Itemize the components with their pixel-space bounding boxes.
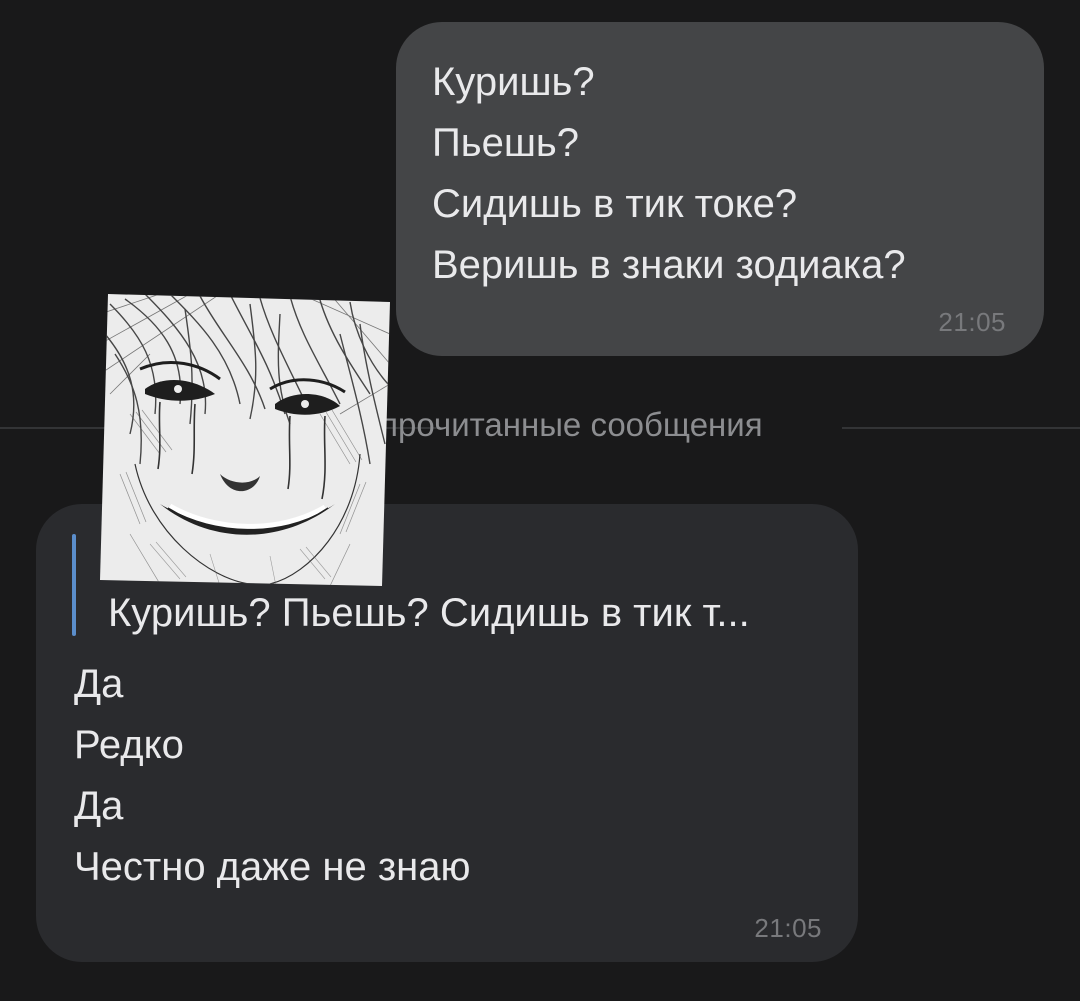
unread-divider-label: Непрочитанные сообщения: [338, 406, 763, 443]
reply-quote-text: Куришь? Пьешь? Сидишь в тик т...: [108, 591, 750, 635]
message-line: Веришь в знаки зодиака?: [432, 243, 906, 287]
reply-quote-bar: [72, 534, 76, 636]
message-line: Честно даже не знаю: [74, 845, 471, 889]
message-timestamp: 21:05: [754, 913, 822, 943]
message-line: Да: [74, 784, 124, 828]
message-line: Куришь?: [432, 60, 595, 104]
incoming-message-text: Да Редко Да Честно даже не знаю: [74, 654, 471, 898]
message-timestamp: 21:05: [938, 307, 1006, 337]
message-line: Редко: [74, 723, 184, 767]
message-line: Пьешь?: [432, 121, 580, 165]
sticker-image: [100, 294, 390, 586]
anime-crying-face-sticker[interactable]: [100, 294, 390, 586]
message-line: Да: [74, 662, 124, 706]
message-line: Сидишь в тик токе?: [432, 182, 798, 226]
outgoing-message-text: Куришь? Пьешь? Сидишь в тик токе? Веришь…: [432, 52, 1044, 296]
outgoing-message-bubble[interactable]: Куришь? Пьешь? Сидишь в тик токе? Веришь…: [396, 22, 1044, 356]
unread-divider-line-right: [842, 427, 1080, 429]
